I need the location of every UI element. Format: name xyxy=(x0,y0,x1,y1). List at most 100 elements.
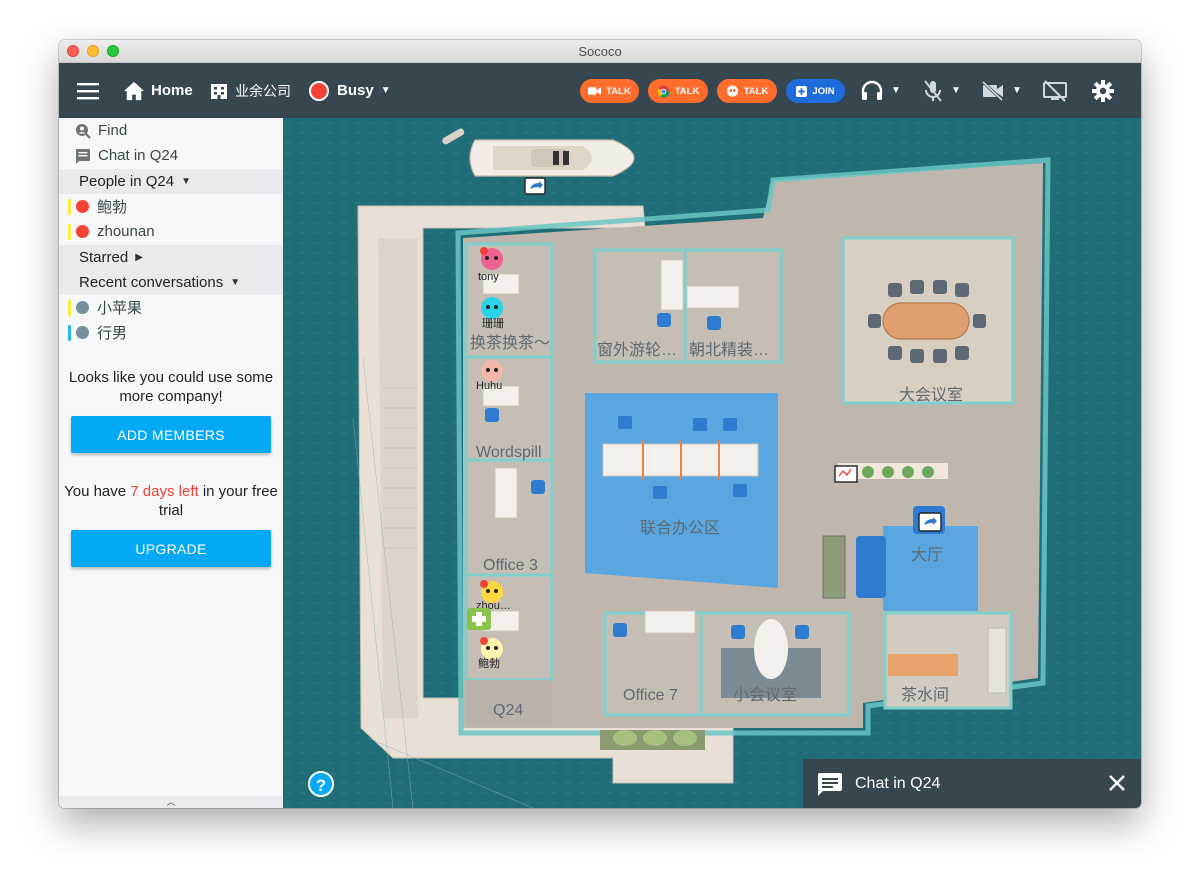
room-label: Office 3 xyxy=(483,557,538,574)
presence-bar xyxy=(68,324,71,341)
people-section-header[interactable]: People in Q24 ▼ xyxy=(59,169,283,194)
recent-name: 小苹果 xyxy=(97,300,143,317)
talk-label: TALK xyxy=(743,85,769,97)
mic-button[interactable]: ▼ xyxy=(922,63,961,118)
trial-prefix: You have xyxy=(64,483,131,500)
headset-icon xyxy=(861,80,883,100)
trial-days: 7 days left xyxy=(130,483,199,500)
room-label: 大会议室 xyxy=(899,386,963,404)
whiteboard-icon[interactable] xyxy=(834,465,858,483)
presence-bar xyxy=(68,299,71,316)
camera-button[interactable]: ▼ xyxy=(981,63,1022,118)
chevron-up-icon: ︿ xyxy=(166,797,176,807)
svg-text:Huhu: Huhu xyxy=(476,380,502,392)
talk-label: TALK xyxy=(606,85,631,97)
upgrade-button[interactable]: UPGRADE xyxy=(71,530,271,567)
room-label: 换茶换茶～ xyxy=(470,334,550,352)
help-button[interactable]: ? xyxy=(308,771,334,797)
gear-icon xyxy=(1092,79,1114,102)
person-name: zhounan xyxy=(97,223,155,240)
svg-text:鲍勃: 鲍勃 xyxy=(478,656,500,670)
company-button[interactable]: 业余公司 xyxy=(210,63,291,118)
building-icon xyxy=(211,83,227,99)
room-label: 联合办公区 xyxy=(640,519,720,537)
talk-chrome-button[interactable]: TALK xyxy=(648,79,708,103)
person-item[interactable]: 鲍勃 xyxy=(59,194,283,219)
status-dot xyxy=(76,225,89,238)
chat-label: Chat in Q24 xyxy=(98,147,179,164)
people-header-label: People in Q24 xyxy=(79,173,175,190)
window-title: Sococo xyxy=(578,44,622,59)
person-item[interactable]: zhounan xyxy=(59,219,283,244)
room-label: 窗外游轮… xyxy=(597,341,677,359)
company-label: 业余公司 xyxy=(235,82,291,99)
join-label: JOIN xyxy=(812,85,835,97)
join-button[interactable]: JOIN xyxy=(786,79,845,103)
chevron-down-icon: ▼ xyxy=(891,85,901,96)
status-label: Busy xyxy=(337,82,374,99)
home-icon xyxy=(124,81,144,100)
talk-label: TALK xyxy=(674,85,700,97)
presence-bar xyxy=(68,223,71,240)
starred-section-header[interactable]: Starred ▶ xyxy=(59,245,283,270)
status-dot xyxy=(76,200,89,213)
chevron-down-icon: ▼ xyxy=(181,176,191,187)
room-label: 小会议室 xyxy=(733,686,797,704)
status-dropdown[interactable]: Busy ▼ xyxy=(309,63,391,118)
chat-panel[interactable]: Chat in Q24 xyxy=(803,759,1141,808)
close-icon[interactable] xyxy=(1107,773,1127,793)
office-map[interactable]: 换茶换茶～ 窗外游轮… 朝北精装… 大会议室 Wordspill 联合办公区 大… xyxy=(283,118,1141,808)
avatar[interactable] xyxy=(467,608,491,630)
mic-off-icon xyxy=(924,79,942,102)
recent-item[interactable]: 小苹果 xyxy=(59,295,283,320)
room-label: 大厅 xyxy=(911,546,943,564)
person-name: 鲍勃 xyxy=(97,199,128,216)
status-dot xyxy=(309,80,329,101)
menu-button[interactable] xyxy=(77,63,99,118)
chevron-down-icon: ▼ xyxy=(951,85,961,96)
company-message: Looks like you could use some more compa… xyxy=(68,369,274,405)
audio-device-button[interactable]: ▼ xyxy=(860,63,901,118)
chat-link[interactable]: Chat in Q24 xyxy=(59,143,283,168)
screen-share-off-icon xyxy=(1043,79,1067,102)
screen-share-icon[interactable] xyxy=(524,177,546,195)
recent-section-header[interactable]: Recent conversations ▼ xyxy=(59,270,283,295)
recent-name: 行男 xyxy=(97,325,128,342)
presence-bar xyxy=(68,198,71,215)
find-label: Find xyxy=(98,122,128,139)
offline-dot xyxy=(76,326,89,339)
hangouts-icon xyxy=(726,84,738,97)
room-label: Office 7 xyxy=(623,687,678,704)
recent-item[interactable]: 行男 xyxy=(59,320,283,345)
chevron-down-icon: ▼ xyxy=(230,277,241,288)
find-button[interactable]: Find xyxy=(59,118,283,143)
sidebar-collapse-handle[interactable]: ︿ xyxy=(59,796,283,808)
talk-video-button[interactable]: TALK xyxy=(580,79,639,103)
plus-box-icon xyxy=(796,85,808,97)
starred-header-label: Starred xyxy=(79,249,129,266)
chrome-icon xyxy=(657,84,670,98)
chat-icon xyxy=(818,772,842,796)
sidebar: Find Chat in Q24 People in Q24 ▼ 鲍勃 zhou… xyxy=(59,118,283,808)
talk-hangouts-button[interactable]: TALK xyxy=(717,79,777,103)
home-label: Home xyxy=(151,82,193,99)
app-window: Sococo Home 业余公司 Busy ▼ TALK TALK TALK J… xyxy=(59,40,1141,808)
title-bar: Sococo xyxy=(59,40,1141,63)
yacht-image xyxy=(469,139,635,177)
video-camera-icon xyxy=(588,87,602,95)
room-label: Q24 xyxy=(493,702,523,719)
recent-header-label: Recent conversations xyxy=(79,274,224,291)
avatar[interactable]: 珊珊 xyxy=(481,297,504,330)
screen-share-button[interactable] xyxy=(1042,63,1068,118)
offline-dot xyxy=(76,301,89,314)
add-members-button[interactable]: ADD MEMBERS xyxy=(71,416,271,453)
chevron-right-icon: ▶ xyxy=(135,252,143,263)
settings-button[interactable] xyxy=(1091,63,1115,118)
screen-share-icon[interactable] xyxy=(918,512,942,532)
svg-text:tony: tony xyxy=(478,271,499,283)
person-search-icon xyxy=(76,123,91,139)
chat-panel-label: Chat in Q24 xyxy=(855,774,941,792)
room-label: 朝北精装… xyxy=(689,341,769,359)
home-button[interactable]: Home xyxy=(123,63,193,118)
chevron-down-icon: ▼ xyxy=(1012,85,1022,96)
